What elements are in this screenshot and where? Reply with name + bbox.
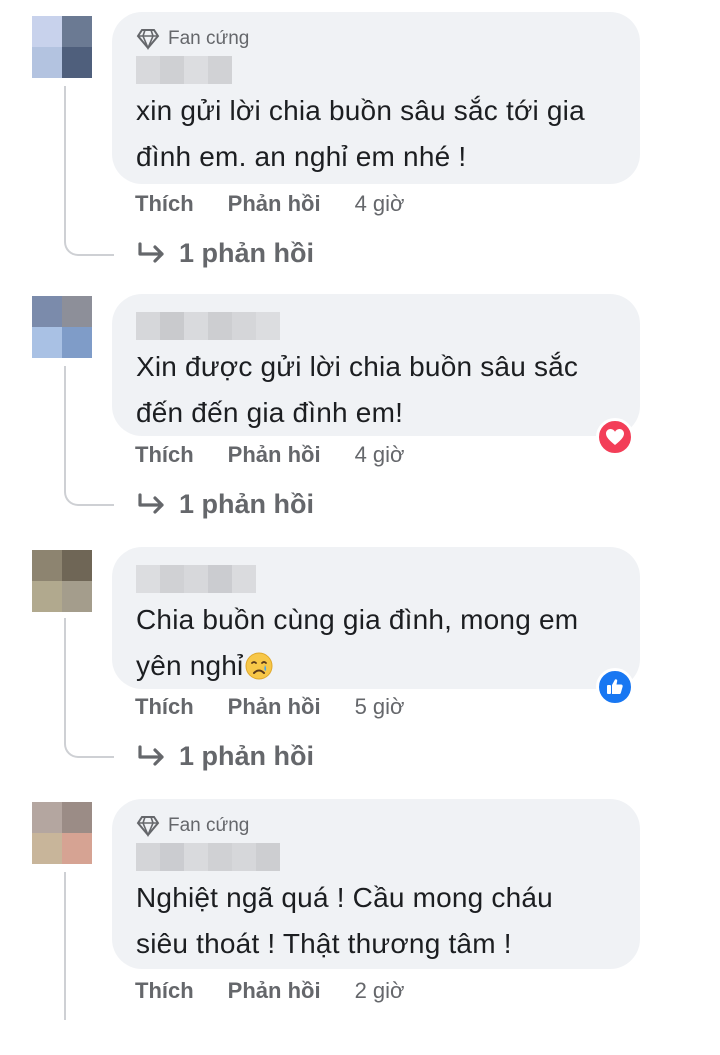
comment-text: Nghiệt ngã quá ! Cầu mong cháu siêu thoá… — [136, 882, 553, 959]
badge-label: Fan cứng — [168, 28, 250, 49]
like-button[interactable]: Thích — [135, 978, 194, 1004]
thread-connector — [64, 228, 114, 256]
reply-arrow-icon — [138, 492, 164, 514]
like-button[interactable]: Thích — [135, 442, 194, 468]
replies-count: 1 phản hồi — [179, 741, 314, 771]
diamond-icon — [136, 29, 160, 50]
reply-button[interactable]: Phản hồi — [228, 694, 321, 720]
comment-bubble: Fan cứng Nghiệt ngã quá ! Cầu mong cháu … — [112, 799, 640, 969]
replies-count: 1 phản hồi — [179, 238, 314, 268]
comment-actions: Thích Phản hồi 5 giờ — [135, 691, 404, 723]
fan-badge: Fan cứng — [136, 26, 616, 52]
reply-button[interactable]: Phản hồi — [228, 191, 321, 217]
avatar[interactable] — [32, 550, 92, 612]
reply-button[interactable]: Phản hồi — [228, 442, 321, 468]
like-button[interactable]: Thích — [135, 191, 194, 217]
comment-timestamp[interactable]: 4 giờ — [355, 191, 405, 217]
heart-reaction-icon[interactable] — [596, 418, 634, 456]
comment-timestamp[interactable]: 4 giờ — [355, 442, 405, 468]
comment-text: Xin được gửi lời chia buồn sâu sắc đến đ… — [136, 351, 579, 428]
avatar[interactable] — [32, 16, 92, 78]
commenter-name-redacted[interactable] — [136, 561, 616, 597]
commenter-name-redacted[interactable] — [136, 839, 616, 875]
avatar[interactable] — [32, 802, 92, 864]
commenter-name-redacted[interactable] — [136, 308, 616, 344]
comment-actions: Thích Phản hồi 2 giờ — [135, 975, 404, 1007]
commenter-name-redacted[interactable] — [136, 52, 616, 88]
thread-line — [64, 872, 66, 1020]
comment-timestamp[interactable]: 2 giờ — [355, 978, 405, 1004]
heart-icon — [606, 429, 624, 445]
thread-line — [64, 618, 66, 740]
reply-button[interactable]: Phản hồi — [228, 978, 321, 1004]
comment-bubble: Fan cứng xin gửi lời chia buồn sâu sắc t… — [112, 12, 640, 184]
diamond-icon — [136, 816, 160, 837]
thread-line — [64, 366, 66, 488]
avatar[interactable] — [32, 296, 92, 358]
comment-actions: Thích Phản hồi 4 giờ — [135, 188, 404, 220]
comment-actions: Thích Phản hồi 4 giờ — [135, 439, 404, 471]
thread-connector — [64, 478, 114, 506]
view-replies-link[interactable]: 1 phản hồi — [137, 741, 314, 772]
comment-timestamp[interactable]: 5 giờ — [355, 694, 405, 720]
badge-label: Fan cứng — [168, 815, 250, 836]
reply-arrow-icon — [138, 241, 164, 263]
view-replies-link[interactable]: 1 phản hồi — [137, 489, 314, 520]
reply-arrow-icon — [138, 744, 164, 766]
like-reaction-icon[interactable] — [596, 668, 634, 706]
fan-badge: Fan cứng — [136, 813, 616, 839]
comment-text: xin gửi lời chia buồn sâu sắc tới gia đì… — [136, 95, 585, 172]
thread-line — [64, 86, 66, 236]
replies-count: 1 phản hồi — [179, 489, 314, 519]
thumbs-up-icon — [607, 679, 623, 694]
comment-text: Chia buồn cùng gia đình, mong em yên ngh… — [136, 604, 579, 681]
view-replies-link[interactable]: 1 phản hồi — [137, 238, 314, 269]
comment-bubble: Xin được gửi lời chia buồn sâu sắc đến đ… — [112, 294, 640, 436]
crying-face-emoji — [245, 652, 273, 680]
like-button[interactable]: Thích — [135, 694, 194, 720]
comment-bubble: Chia buồn cùng gia đình, mong em yên ngh… — [112, 547, 640, 689]
thread-connector — [64, 730, 114, 758]
